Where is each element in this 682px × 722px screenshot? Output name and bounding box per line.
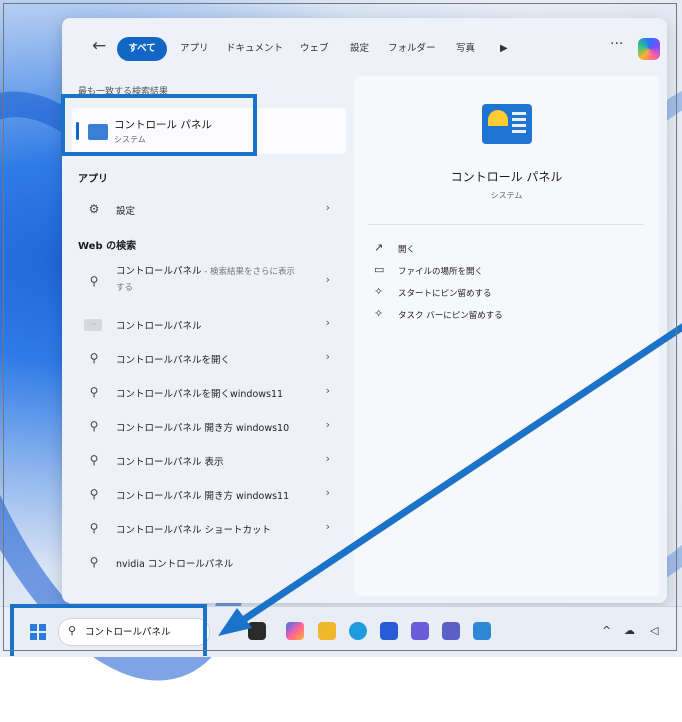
apps-header: アプリ <box>78 174 108 185</box>
search-icon: ⚲ <box>89 453 99 467</box>
web-result-item[interactable]: ⚲ コントロールパネル ショートカット › <box>72 513 346 545</box>
tab-settings[interactable]: 設定 <box>344 37 375 61</box>
pin-icon: ✧ <box>374 307 384 320</box>
best-match-title: コントロール パネル <box>114 119 212 131</box>
search-icon: ⚲ <box>89 555 99 569</box>
pin-icon: ✧ <box>374 285 384 298</box>
web-result-item[interactable]: ⚲ nvidia コントロールパネル <box>72 547 346 579</box>
control-panel-icon <box>482 104 532 144</box>
tab-documents[interactable]: ドキュメント <box>220 37 289 61</box>
web-result-query: コントロールパネル <box>116 266 202 277</box>
chevron-right-icon: › <box>325 486 330 499</box>
search-icon: ⚲ <box>89 351 99 365</box>
taskbar: ⚲ ^ ☁ ◁ <box>0 606 682 657</box>
web-result-text: コントロールパネルを開くwindows11 <box>116 389 284 400</box>
action-pin-to-taskbar[interactable]: ✧ タスク バーにピン留めする <box>368 304 644 326</box>
play-icon[interactable]: ▶ <box>500 37 508 61</box>
web-thumbnail-icon: ⋯ <box>84 319 102 331</box>
detail-subtitle: システム <box>490 191 523 200</box>
web-result-text: コントロールパネル 開き方 windows10 <box>116 423 290 434</box>
list-item-label: 設定 <box>116 206 136 217</box>
search-icon: ⚲ <box>89 487 99 501</box>
more-icon[interactable]: ··· <box>610 36 623 52</box>
taskbar-search-box[interactable]: ⚲ <box>58 618 210 646</box>
web-result-text: nvidia コントロールパネル <box>116 559 234 570</box>
web-result-text: コントロールパネル 開き方 windows11 <box>116 491 290 502</box>
cloud-off-icon[interactable]: ☁ <box>624 624 635 637</box>
detail-title: コントロール パネル <box>450 170 563 184</box>
filter-tab-bar: ← すべて アプリ ドキュメント ウェブ 設定 フォルダー 写真 ▶ ··· <box>62 18 667 80</box>
action-pin-to-start[interactable]: ✧ スタートにピン留めする <box>368 282 644 304</box>
detail-pane: コントロール パネル システム ↗ 開く ▭ ファイルの場所を開く ✧ スタート… <box>354 76 659 596</box>
folder-icon: ▭ <box>374 263 385 276</box>
web-result-item[interactable]: ⚲ コントロールパネル 開き方 windows10 › <box>72 411 346 443</box>
outlook-icon[interactable] <box>473 622 491 640</box>
web-result-text: コントロールパネルを開く <box>116 355 231 366</box>
action-open[interactable]: ↗ 開く <box>368 238 644 260</box>
web-result-text: コントロールパネル ショートカット <box>116 525 272 536</box>
action-label: 開く <box>398 245 416 255</box>
teams-icon[interactable] <box>442 622 460 640</box>
best-match-header: 最も一致する検索結果 <box>78 87 169 97</box>
divider <box>368 224 644 225</box>
chevron-right-icon: › <box>325 316 330 329</box>
chevron-up-icon[interactable]: ^ <box>602 624 611 637</box>
chevron-right-icon: › <box>325 350 330 363</box>
search-icon: ⚲ <box>68 624 77 637</box>
chevron-right-icon: › <box>325 273 330 286</box>
open-icon: ↗ <box>374 241 384 254</box>
app-icon[interactable] <box>411 622 429 640</box>
back-arrow-icon[interactable]: ← <box>92 36 106 56</box>
file-explorer-icon[interactable] <box>318 622 336 640</box>
copilot-taskbar-icon[interactable] <box>286 622 304 640</box>
action-label: スタートにピン留めする <box>398 289 492 299</box>
web-result-item[interactable]: ⚲ コントロールパネル 開き方 windows11 › <box>72 479 346 511</box>
web-result-item[interactable]: ⚲ コントロールパネル - 検索結果をさらに表示する › <box>72 261 346 301</box>
web-result-text: コントロールパネル 表示 <box>116 457 224 468</box>
web-result-text: コントロールパネル <box>116 321 202 332</box>
best-match-item[interactable]: コントロール パネル システム <box>72 108 346 154</box>
chevron-right-icon: › <box>325 520 330 533</box>
tab-photos[interactable]: 写真 <box>450 37 481 61</box>
web-result-item[interactable]: ⚲ コントロールパネル 表示 › <box>72 445 346 477</box>
windows-logo-icon[interactable] <box>30 624 46 640</box>
chevron-right-icon: › <box>325 201 330 214</box>
search-icon: ⚲ <box>89 521 99 535</box>
copilot-icon[interactable] <box>638 38 660 60</box>
tab-web[interactable]: ウェブ <box>294 37 335 61</box>
web-result-text: コントロールパネル - 検索結果をさらに表示する <box>116 264 301 296</box>
web-result-item[interactable]: ⋯ コントロールパネル › <box>72 309 346 341</box>
web-result-item[interactable]: ⚲ コントロールパネルを開くwindows11 › <box>72 377 346 409</box>
tab-apps[interactable]: アプリ <box>174 37 215 61</box>
search-panel: ← すべて アプリ ドキュメント ウェブ 設定 フォルダー 写真 ▶ ··· 最… <box>62 18 667 603</box>
chevron-right-icon: › <box>325 452 330 465</box>
action-label: タスク バーにピン留めする <box>398 311 503 321</box>
location-icon[interactable]: ◁ <box>650 624 658 637</box>
web-result-item[interactable]: ⚲ コントロールパネルを開く › <box>72 343 346 375</box>
tab-folders[interactable]: フォルダー <box>382 37 442 61</box>
chevron-right-icon: › <box>325 418 330 431</box>
action-open-file-location[interactable]: ▭ ファイルの場所を開く <box>368 260 644 282</box>
web-search-header: Web の検索 <box>78 241 137 252</box>
tab-all[interactable]: すべて <box>117 37 167 61</box>
action-label: ファイルの場所を開く <box>398 267 484 277</box>
gear-icon: ⚙ <box>88 202 100 216</box>
taskbar-search-input[interactable] <box>85 623 200 639</box>
store-icon[interactable] <box>380 622 398 640</box>
list-item-settings[interactable]: ⚙ 設定 › <box>72 194 346 226</box>
search-icon: ⚲ <box>89 419 99 433</box>
selection-bar <box>76 122 79 140</box>
control-panel-icon <box>88 124 108 140</box>
edge-icon[interactable] <box>349 622 367 640</box>
search-icon: ⚲ <box>89 385 99 399</box>
task-view-icon[interactable] <box>248 622 266 640</box>
best-match-subtitle: システム <box>114 135 146 144</box>
chevron-right-icon: › <box>325 384 330 397</box>
search-icon: ⚲ <box>89 274 99 288</box>
